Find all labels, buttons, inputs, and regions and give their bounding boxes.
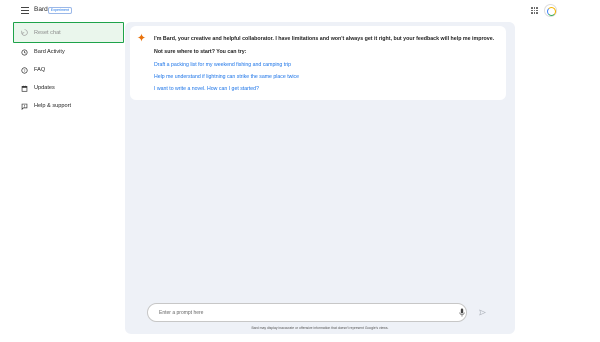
reset-icon [20,29,28,37]
sidebar-item-label: FAQ [34,67,46,73]
svg-text:?: ? [23,67,25,72]
intro-text: I'm Bard, your creative and helpful coll… [154,36,495,42]
apps-grid-icon[interactable] [531,7,538,14]
sidebar-item-help-support[interactable]: Help & support [14,97,122,115]
bard-sparkle-icon [137,33,146,42]
prompt-box [147,303,467,322]
sidebar-item-bard-activity[interactable]: Bard Activity [14,43,122,61]
welcome-card: I'm Bard, your creative and helpful coll… [130,26,506,100]
sidebar-item-faq[interactable]: ? FAQ [14,61,122,79]
history-icon [20,48,28,56]
avatar[interactable] [544,4,557,17]
microphone-icon[interactable] [459,308,465,318]
send-icon[interactable] [479,309,486,316]
calendar-icon [20,84,28,92]
chat-area: I'm Bard, your creative and helpful coll… [125,22,515,334]
brand-name: Bard [34,6,48,13]
top-bar: Bard Experiment [0,0,600,22]
sidebar-item-reset-chat[interactable]: Reset chat [13,22,124,43]
suggestion-link[interactable]: Draft a packing list for my weekend fish… [154,62,291,68]
hamburger-menu-icon[interactable] [21,7,29,14]
sidebar-item-label: Help & support [34,103,72,109]
help-circle-icon: ? [20,66,28,74]
sidebar-item-updates[interactable]: Updates [14,79,122,97]
suggestion-link[interactable]: Help me understand if lightning can stri… [154,74,299,80]
experiment-badge: Experiment [48,6,72,14]
suggestion-link[interactable]: I want to write a novel. How can I get s… [154,86,259,92]
sidebar-item-label: Bard Activity [34,49,65,55]
feedback-icon [20,102,28,110]
sidebar-item-label: Reset chat [34,29,61,36]
sidebar-item-label: Updates [34,85,55,91]
prompt-input[interactable] [159,307,439,319]
disclaimer-text: Bard may display inaccurate or offensive… [251,326,389,330]
try-label: Not sure where to start? You can try: [154,49,247,55]
